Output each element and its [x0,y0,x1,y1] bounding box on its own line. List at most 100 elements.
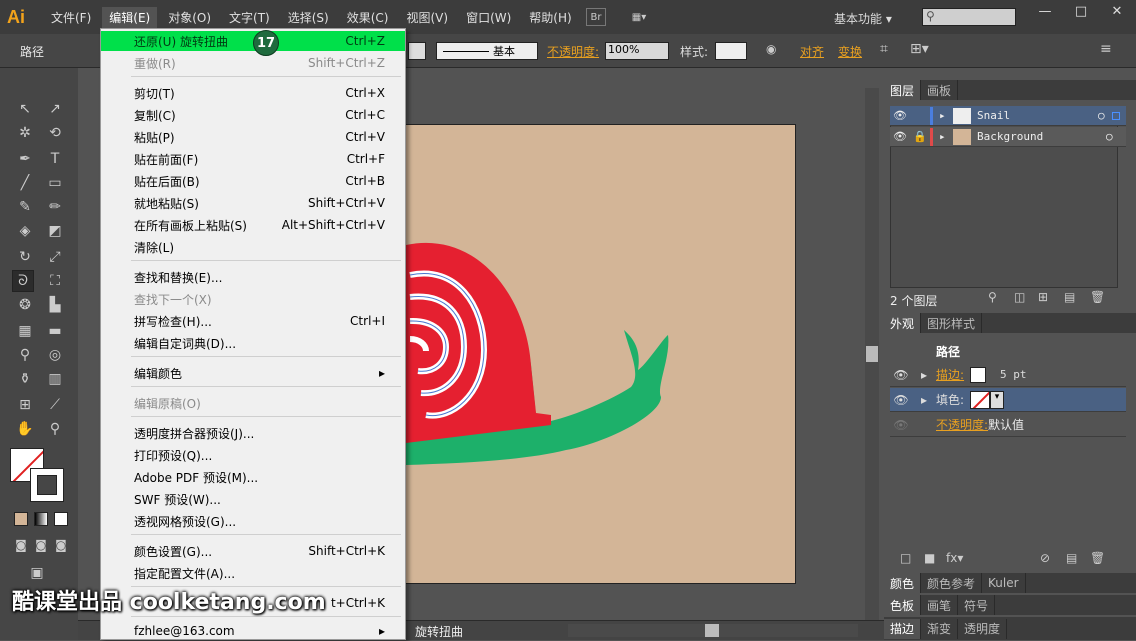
menu-pdf-presets[interactable]: Adobe PDF 预设(M)... [101,467,405,487]
target-circle-icon[interactable]: ○ [1106,130,1126,143]
fill-none-swatch[interactable] [970,390,991,409]
isolate-icon[interactable]: ⌗ [880,41,888,57]
tab-transparency[interactable]: 透明度 [958,618,1008,639]
rectangle-tool-icon[interactable]: ▭ [44,172,66,194]
add-stroke-icon[interactable]: □ [900,551,911,565]
expand-arrow-icon[interactable]: ▸ [912,393,936,407]
stroke-label[interactable]: 描边: [936,366,964,383]
tab-swatches[interactable]: 色板 [884,595,922,615]
stroke-color-swatch[interactable] [970,366,987,383]
appearance-fill-row[interactable]: 👁 ▸ 填色: ▾ [890,388,1126,412]
menu-print-presets[interactable]: 打印预设(Q)... [101,445,405,465]
stroke-weight-dropdown[interactable] [408,42,426,60]
layer-row-snail[interactable]: 👁 ▸ Snail ○ [890,106,1126,126]
none-mode-button[interactable] [54,512,68,526]
recolor-icon[interactable]: ◉ [766,42,776,56]
vertical-scrollbar[interactable] [865,88,879,640]
rotate-tool-icon[interactable]: ↻ [14,246,36,268]
delete-layer-icon[interactable]: 🗑 [1090,290,1105,304]
direct-selection-tool-icon[interactable]: ↗ [44,98,66,120]
blob-brush-icon[interactable]: ◈ [14,220,36,242]
graphic-style-dropdown[interactable] [715,42,747,60]
expand-arrow-icon[interactable]: ▸ [939,130,953,143]
draw-behind-icon[interactable]: ◙ [30,534,52,556]
layer-row-background[interactable]: 👁 🔒 ▸ Background ○ [890,127,1126,147]
type-tool-icon[interactable]: T [44,148,66,170]
screen-mode-icon[interactable]: ▣ [26,562,48,584]
tab-kuler[interactable]: Kuler [982,573,1026,593]
menu-paste-in-place[interactable]: 就地粘贴(S) Shift+Ctrl+V [101,193,405,213]
pen-tool-icon[interactable]: ✒ [14,148,36,170]
appearance-stroke-row[interactable]: 👁 ▸ 描边: 5 pt [890,363,1126,387]
bridge-button[interactable]: Br [586,8,606,26]
new-layer-icon[interactable]: ▤ [1064,290,1075,304]
horizontal-scroll-thumb[interactable] [705,624,719,637]
eyedropper-icon[interactable]: ⚲ [14,344,36,366]
menu-select[interactable]: 选择(S) [281,7,336,28]
tab-color[interactable]: 颜色 [884,573,922,593]
arrange-icon[interactable]: ⊞▾ [910,41,929,57]
gradient-mode-button[interactable] [34,512,48,526]
appearance-opacity-row[interactable]: 👁 不透明度: 默认值 [890,413,1126,437]
scale-tool-icon[interactable]: ⤢ [44,246,66,268]
menu-assign-profile[interactable]: 指定配置文件(A)... [101,563,405,583]
minimize-button[interactable]: — [1027,0,1063,22]
menu-clear[interactable]: 清除(L) [101,237,405,257]
menu-paste-back[interactable]: 贴在后面(B) Ctrl+B [101,171,405,191]
slice-tool-icon[interactable]: ⟋ [44,394,66,416]
duplicate-item-icon[interactable]: ▤ [1066,551,1077,565]
menu-file[interactable]: 文件(F) [44,7,98,28]
add-fill-icon[interactable]: ■ [924,551,935,565]
fill-dropdown-arrow[interactable]: ▾ [990,390,1005,409]
visibility-eye-icon[interactable]: 👁 [890,418,912,432]
menu-paste-front[interactable]: 贴在前面(F) Ctrl+F [101,149,405,169]
twirl-tool-icon[interactable]: ᘐ [12,270,34,292]
magic-wand-icon[interactable]: ✲ [14,122,36,144]
menu-find-replace[interactable]: 查找和替换(E)... [101,267,405,287]
color-mode-button[interactable] [14,512,28,526]
target-circle-icon[interactable]: ○ [1098,109,1112,122]
maximize-button[interactable]: □ [1063,0,1099,22]
menu-object[interactable]: 对象(O) [161,7,218,28]
menu-help[interactable]: 帮助(H) [522,7,578,28]
make-clipping-mask-icon[interactable]: ◫ [1014,290,1025,304]
stroke-weight-value[interactable]: 5 pt [1000,368,1027,381]
menu-account[interactable]: fzhlee@163.com ▸ [101,621,405,641]
panel-menu-icon[interactable]: ≡ [1100,41,1112,57]
visibility-eye-icon[interactable]: 👁 [890,109,910,122]
eraser-tool-icon[interactable]: ◩ [44,220,66,242]
visibility-eye-icon[interactable]: 👁 [890,393,912,407]
menu-flattener-presets[interactable]: 透明度拼合器预设(J)... [101,423,405,443]
paintbrush-tool-icon[interactable]: ✎ [14,196,36,218]
workspace-switcher[interactable]: 基本功能 ▾ [834,10,892,27]
menu-perspective-presets[interactable]: 透视网格预设(G)... [101,511,405,531]
blend-tool-icon[interactable]: ◎ [44,344,66,366]
hand-tool-icon[interactable]: ✋ [14,418,36,440]
menu-edit[interactable]: 编辑(E) [102,6,158,28]
menu-swf-presets[interactable]: SWF 预设(W)... [101,489,405,509]
menu-cut[interactable]: 剪切(T) Ctrl+X [101,83,405,103]
menu-paste[interactable]: 粘贴(P) Ctrl+V [101,127,405,147]
visibility-eye-icon[interactable]: 👁 [890,130,910,143]
artboard[interactable] [405,124,796,584]
menu-find-next[interactable]: 查找下一个(X) [101,289,405,309]
opacity-link[interactable]: 不透明度: [936,416,988,433]
tab-brushes[interactable]: 画笔 [921,595,959,615]
menu-edit-original[interactable]: 编辑原稿(O) [101,393,405,413]
selection-tool-icon[interactable]: ↖ [14,98,36,120]
tab-layers[interactable]: 图层 [884,80,922,100]
tab-symbols[interactable]: 符号 [958,595,996,615]
pencil-tool-icon[interactable]: ✏ [44,196,66,218]
menu-paste-all-artboards[interactable]: 在所有画板上粘贴(S) Alt+Shift+Ctrl+V [101,215,405,235]
draw-inside-icon[interactable]: ◙ [50,534,72,556]
menu-edit-dictionary[interactable]: 编辑自定词典(D)... [101,333,405,353]
delete-item-icon[interactable]: 🗑 [1090,551,1105,565]
arrange-documents-icon[interactable]: ▦▾ [625,8,653,26]
align-link[interactable]: 对齐 [800,43,824,60]
horizontal-scrollbar[interactable] [568,624,858,637]
line-tool-icon[interactable]: ╱ [14,172,36,194]
expand-arrow-icon[interactable]: ▸ [912,368,936,382]
perspective-grid-icon[interactable]: ▙ [44,294,66,316]
opacity-input[interactable]: 100% [605,42,669,60]
shape-builder-icon[interactable]: ❂ [14,294,36,316]
